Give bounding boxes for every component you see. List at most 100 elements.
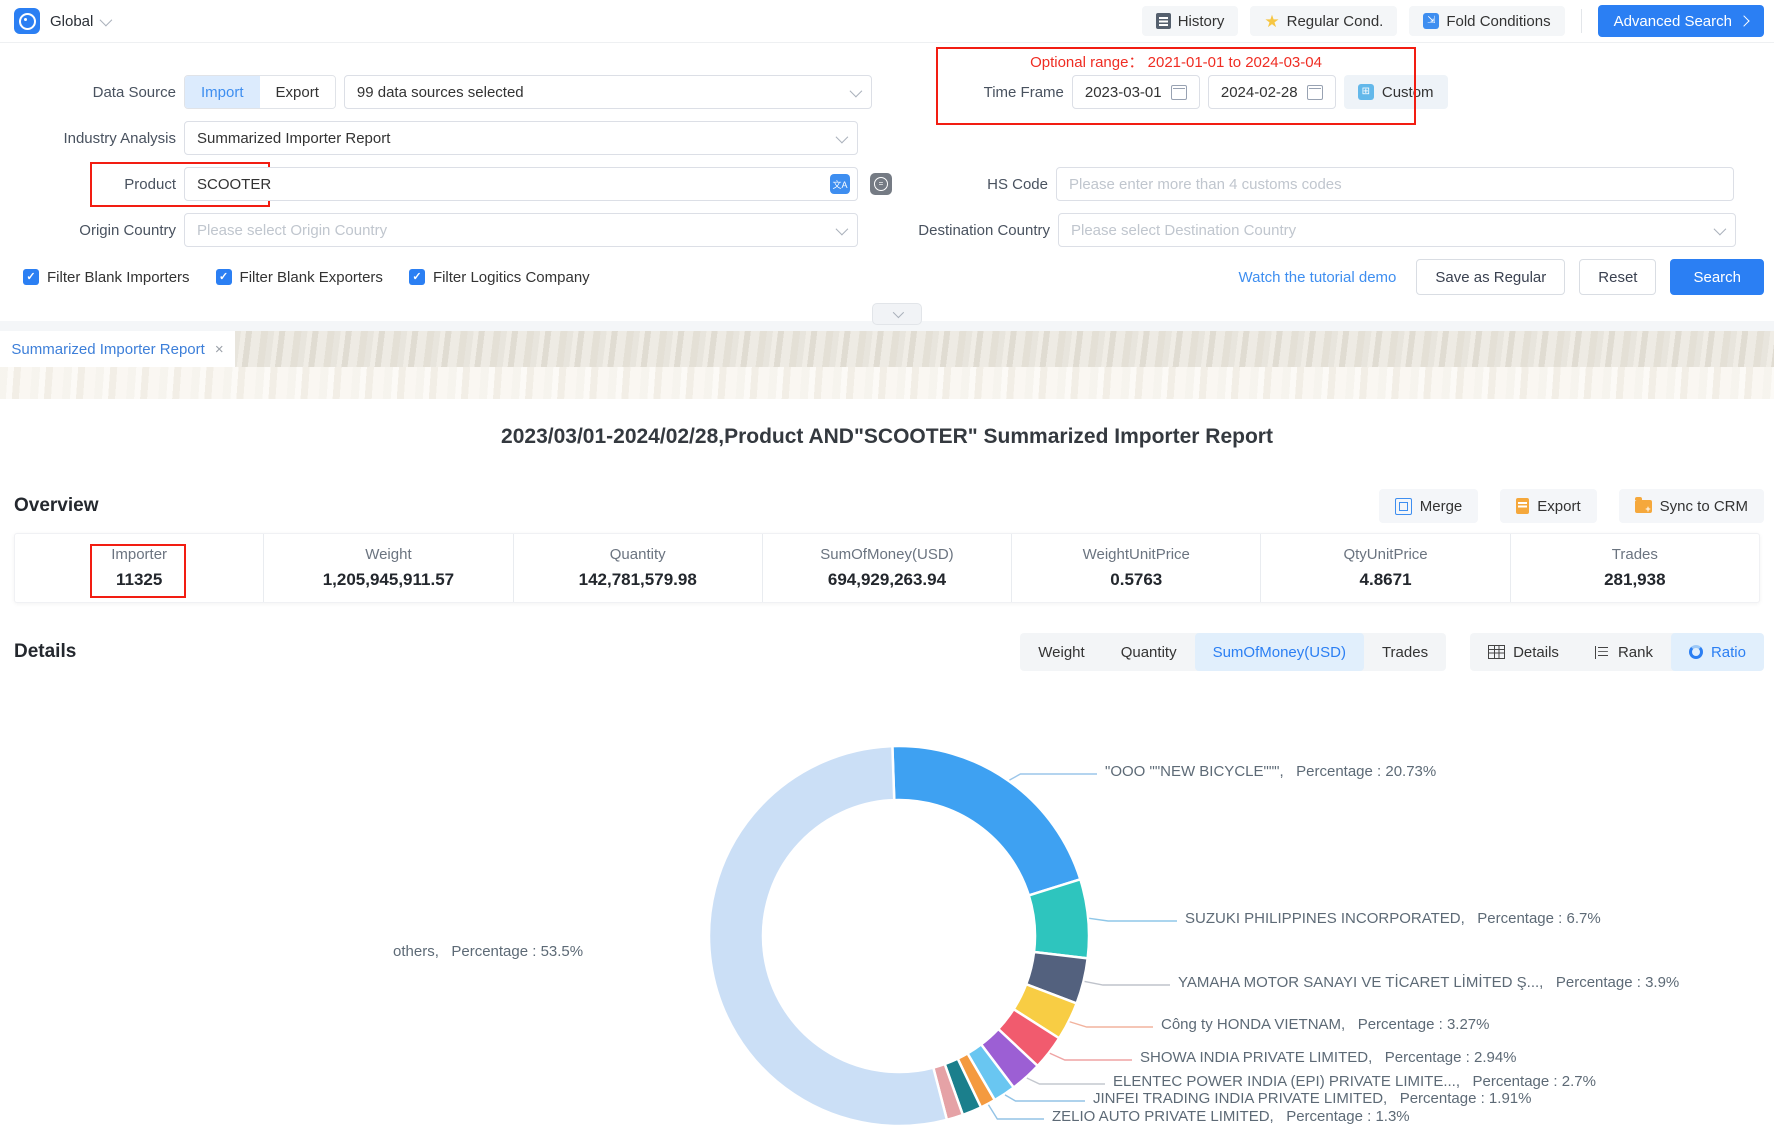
date-from-picker[interactable]: 2023-03-01 (1072, 75, 1200, 109)
custom-icon: ⊞ (1358, 84, 1374, 100)
chevron-down-icon (1714, 222, 1727, 235)
row-checkboxes-actions: Filter Blank Importers Filter Blank Expo… (8, 259, 1764, 295)
sync-to-crm-button[interactable]: Sync to CRM (1619, 489, 1764, 523)
search-actions: Watch the tutorial demo Save as Regular … (1239, 259, 1764, 295)
result-tab-bar: Summarized Importer Report × (0, 331, 1774, 367)
tab-quantity[interactable]: Quantity (1103, 633, 1195, 671)
search-button[interactable]: Search (1670, 259, 1764, 295)
tab-details-view[interactable]: Details (1470, 633, 1577, 671)
import-export-toggle: Import Export (184, 75, 336, 109)
import-tab[interactable]: Import (185, 76, 260, 108)
industry-analysis-label: Industry Analysis (8, 130, 176, 147)
chart-leader-6 (1005, 1095, 1085, 1101)
app-logo-icon (14, 8, 40, 34)
tab-ratio-view[interactable]: Ratio (1671, 633, 1764, 671)
filter-blank-importers-checkbox[interactable]: Filter Blank Importers (23, 269, 190, 286)
star-icon: ★ (1264, 13, 1279, 30)
chart-label-1: SUZUKI PHILIPPINES INCORPORATED, Percent… (1185, 910, 1601, 927)
overview-heading: Overview (14, 495, 99, 517)
hs-code-label: HS Code (900, 176, 1048, 193)
row-countries: Origin Country Please select Origin Coun… (8, 213, 1764, 247)
chart-leader-1 (1089, 918, 1177, 921)
industry-analysis-select[interactable]: Summarized Importer Report (184, 121, 858, 155)
calendar-icon (1307, 85, 1323, 100)
origin-country-label: Origin Country (8, 222, 176, 239)
chart-label-5: ELENTEC POWER INDIA (EPI) PRIVATE LIMITE… (1113, 1073, 1596, 1090)
pie-segment-0[interactable] (892, 746, 1080, 895)
destination-country-label: Destination Country (866, 222, 1050, 239)
donut-icon (1689, 645, 1703, 659)
calendar-icon (1171, 85, 1187, 100)
divider (1581, 9, 1582, 33)
row-data-source: Data Source Import Export 99 data source… (8, 75, 1764, 109)
tab-trades[interactable]: Trades (1364, 633, 1446, 671)
custom-range-button[interactable]: ⊞ Custom (1344, 75, 1448, 109)
rank-icon (1595, 646, 1610, 659)
save-as-regular-button[interactable]: Save as Regular (1416, 259, 1565, 295)
stat-weight: Weight 1,205,945,911.57 (263, 534, 512, 602)
chart-leader-2 (1085, 981, 1170, 985)
region-selector[interactable]: Global (50, 13, 93, 30)
date-to-picker[interactable]: 2024-02-28 (1208, 75, 1336, 109)
stat-quantity: Quantity 142,781,579.98 (513, 534, 762, 602)
pie-segment-10[interactable] (709, 746, 947, 1126)
translate-icon[interactable]: 文A (830, 174, 850, 194)
blurred-band (0, 367, 1774, 399)
view-tabs: Details Rank Ratio (1470, 633, 1764, 671)
stat-qty-unit-price: QtyUnitPrice 4.8671 (1260, 534, 1509, 602)
top-bar: Global History ★ Regular Cond. Fold Cond… (0, 0, 1774, 43)
checkbox-checked-icon (216, 269, 232, 285)
tutorial-demo-link[interactable]: Watch the tutorial demo (1239, 269, 1397, 286)
advanced-search-button[interactable]: Advanced Search (1598, 5, 1764, 37)
close-icon[interactable]: × (215, 341, 224, 358)
details-heading: Details (14, 641, 76, 663)
fold-conditions-button[interactable]: Fold Conditions (1409, 6, 1564, 36)
report-title: 2023/03/01-2024/02/28,Product AND"SCOOTE… (0, 425, 1774, 449)
filter-blank-exporters-checkbox[interactable]: Filter Blank Exporters (216, 269, 383, 286)
time-frame-label: Time Frame (880, 84, 1064, 101)
exact-match-icon[interactable]: = (870, 173, 892, 195)
chart-label-4: SHOWA INDIA PRIVATE LIMITED, Percentage … (1140, 1049, 1517, 1066)
chart-leader-4 (1050, 1053, 1132, 1060)
folder-plus-icon (1635, 500, 1652, 513)
export-button[interactable]: Export (1500, 489, 1596, 523)
chevron-down-icon (836, 130, 849, 143)
details-header: Details Weight Quantity SumOfMoney(USD) … (14, 633, 1764, 671)
chart-label-0: "OOO ""NEW BICYCLE""", Percentage : 20.7… (1105, 763, 1436, 780)
checkbox-checked-icon (409, 269, 425, 285)
reset-button[interactable]: Reset (1579, 259, 1656, 295)
chevron-down-icon[interactable] (100, 13, 113, 26)
product-field-wrap: 文A (184, 167, 858, 201)
filter-logistics-company-checkbox[interactable]: Filter Logitics Company (409, 269, 590, 286)
hs-code-input[interactable] (1056, 167, 1734, 201)
merge-button[interactable]: Merge (1379, 489, 1479, 523)
history-icon (1156, 13, 1171, 29)
destination-country-select[interactable]: Please select Destination Country (1058, 213, 1736, 247)
chart-label-7: ZELIO AUTO PRIVATE LIMITED, Percentage :… (1052, 1108, 1410, 1125)
tab-weight[interactable]: Weight (1020, 633, 1102, 671)
tab-rank-view[interactable]: Rank (1577, 633, 1671, 671)
merge-icon (1395, 498, 1412, 515)
history-button[interactable]: History (1142, 6, 1239, 36)
tab-summarized-importer-report[interactable]: Summarized Importer Report × (0, 331, 235, 367)
search-filter-panel: Optional range： 2021-01-01 to 2024-03-04… (0, 43, 1774, 321)
row-product-hscode: Product 文A = HS Code (8, 167, 1764, 201)
optional-range-note: Optional range： 2021-01-01 to 2024-03-04 (936, 51, 1416, 72)
collapse-conditions-toggle[interactable] (872, 303, 922, 325)
stat-trades: Trades 281,938 (1510, 534, 1759, 602)
chart-label-3: Công ty HONDA VIETNAM, Percentage : 3.27… (1161, 1016, 1489, 1033)
regular-cond-button[interactable]: ★ Regular Cond. (1250, 6, 1397, 36)
fold-icon (1423, 13, 1439, 29)
chart-leader-5 (1027, 1078, 1105, 1084)
export-tab[interactable]: Export (260, 76, 335, 108)
product-input[interactable] (184, 167, 858, 201)
tab-sum-of-money[interactable]: SumOfMoney(USD) (1195, 633, 1364, 671)
chevron-right-icon (1738, 15, 1749, 26)
origin-country-select[interactable]: Please select Origin Country (184, 213, 858, 247)
chart-leader-0 (1009, 774, 1097, 780)
chart-label-6: JINFEI TRADING INDIA PRIVATE LIMITED, Pe… (1093, 1090, 1531, 1107)
row-industry: Industry Analysis Summarized Importer Re… (8, 121, 1764, 155)
chart-label-2: YAMAHA MOTOR SANAYI VE TİCARET LİMİTED Ş… (1178, 974, 1679, 991)
data-sources-select[interactable]: 99 data sources selected (344, 75, 872, 109)
stat-importer: Importer 11325 (15, 534, 263, 602)
